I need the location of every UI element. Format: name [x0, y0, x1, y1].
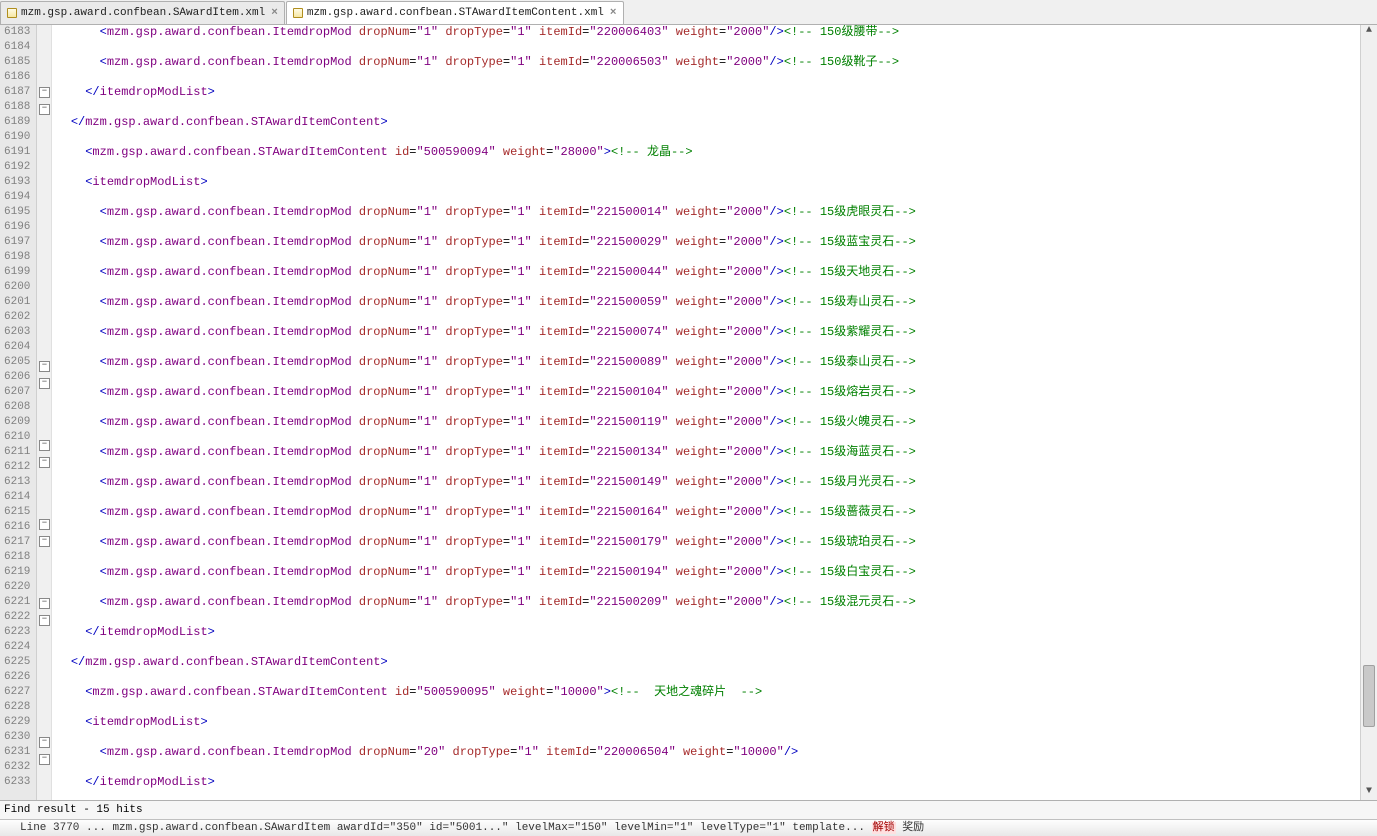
fold-toggle-icon[interactable]: −	[39, 737, 50, 748]
fold-toggle-icon[interactable]: −	[39, 378, 50, 389]
code-line[interactable]: <itemdropModList>	[56, 175, 1356, 190]
fold-toggle-icon[interactable]: −	[39, 440, 50, 451]
code-line[interactable]: <mzm.gsp.award.confbean.ItemdropMod drop…	[56, 265, 1356, 280]
code-line[interactable]: </mzm.gsp.award.confbean.STAwardItemCont…	[56, 115, 1356, 130]
find-result-text: Find result - 15 hits	[4, 804, 143, 816]
status-tail: 奖励	[902, 822, 924, 834]
code-line[interactable]: <mzm.gsp.award.confbean.ItemdropMod drop…	[56, 235, 1356, 250]
code-line[interactable]: <mzm.gsp.award.confbean.ItemdropMod drop…	[56, 745, 1356, 760]
code-line[interactable]: <mzm.gsp.award.confbean.ItemdropMod drop…	[56, 595, 1356, 610]
file-icon	[7, 8, 17, 18]
code-line[interactable]: <mzm.gsp.award.confbean.ItemdropMod drop…	[56, 475, 1356, 490]
status-highlight: 解锁	[872, 822, 896, 834]
status-left: Line 3770 ...	[20, 822, 106, 834]
code-line[interactable]: <mzm.gsp.award.confbean.ItemdropMod drop…	[56, 505, 1356, 520]
code-line[interactable]: <itemdropModList>	[56, 715, 1356, 730]
code-line[interactable]: <mzm.gsp.award.confbean.STAwardItemConte…	[56, 685, 1356, 700]
vertical-scrollbar[interactable]: ▲ ▼	[1360, 25, 1377, 800]
fold-toggle-icon[interactable]: −	[39, 87, 50, 98]
scroll-up-icon[interactable]: ▲	[1361, 25, 1377, 39]
find-result-bar[interactable]: Find result - 15 hits	[0, 800, 1377, 819]
code-line[interactable]: </itemdropModList>	[56, 85, 1356, 100]
close-icon[interactable]: ×	[610, 7, 617, 19]
fold-toggle-icon[interactable]: −	[39, 457, 50, 468]
status-mid: mzm.gsp.award.confbean.SAwardItem awardI…	[112, 822, 865, 834]
tab-label: mzm.gsp.award.confbean.STAwardItemConten…	[307, 7, 604, 19]
code-line[interactable]: </itemdropModList>	[56, 775, 1356, 790]
fold-toggle-icon[interactable]: −	[39, 519, 50, 530]
fold-toggle-icon[interactable]: −	[39, 104, 50, 115]
fold-column[interactable]: − − − − − − − − − − − −	[37, 25, 52, 800]
code-line[interactable]: <mzm.gsp.award.confbean.ItemdropMod drop…	[56, 355, 1356, 370]
code-line[interactable]: <mzm.gsp.award.confbean.ItemdropMod drop…	[56, 535, 1356, 550]
tab-file-1[interactable]: mzm.gsp.award.confbean.STAwardItemConten…	[286, 1, 624, 24]
fold-toggle-icon[interactable]: −	[39, 754, 50, 765]
code-line[interactable]: <mzm.gsp.award.confbean.ItemdropMod drop…	[56, 25, 1356, 40]
close-icon[interactable]: ×	[271, 7, 278, 19]
editor-window: mzm.gsp.award.confbean.SAwardItem.xml × …	[0, 0, 1377, 836]
scroll-down-icon[interactable]: ▼	[1361, 786, 1377, 800]
code-line[interactable]: <mzm.gsp.award.confbean.ItemdropMod drop…	[56, 445, 1356, 460]
fold-toggle-icon[interactable]: −	[39, 536, 50, 547]
code-line[interactable]: <mzm.gsp.award.confbean.ItemdropMod drop…	[56, 565, 1356, 580]
code-line[interactable]: <mzm.gsp.award.confbean.ItemdropMod drop…	[56, 205, 1356, 220]
tab-file-0[interactable]: mzm.gsp.award.confbean.SAwardItem.xml ×	[0, 1, 285, 24]
code-line[interactable]: <mzm.gsp.award.confbean.ItemdropMod drop…	[56, 55, 1356, 70]
tab-bar: mzm.gsp.award.confbean.SAwardItem.xml × …	[0, 0, 1377, 25]
fold-toggle-icon[interactable]: −	[39, 615, 50, 626]
code-line[interactable]: <mzm.gsp.award.confbean.ItemdropMod drop…	[56, 385, 1356, 400]
code-line[interactable]: <mzm.gsp.award.confbean.ItemdropMod drop…	[56, 415, 1356, 430]
code-line[interactable]: <mzm.gsp.award.confbean.ItemdropMod drop…	[56, 325, 1356, 340]
line-number-gutter: 6183618461856186618761886189619061916192…	[0, 25, 37, 800]
code-line[interactable]: </itemdropModList>	[56, 625, 1356, 640]
code-line[interactable]: <mzm.gsp.award.confbean.ItemdropMod drop…	[56, 295, 1356, 310]
file-icon	[293, 8, 303, 18]
status-preview-strip: Line 3770 ... mzm.gsp.award.confbean.SAw…	[0, 819, 1377, 836]
code-line[interactable]: </mzm.gsp.award.confbean.STAwardItemCont…	[56, 655, 1356, 670]
fold-toggle-icon[interactable]: −	[39, 361, 50, 372]
code-line[interactable]: <mzm.gsp.award.confbean.STAwardItemConte…	[56, 145, 1356, 160]
scroll-thumb[interactable]	[1363, 665, 1375, 727]
code-editor[interactable]: 6183618461856186618761886189619061916192…	[0, 25, 1377, 800]
tab-label: mzm.gsp.award.confbean.SAwardItem.xml	[21, 7, 265, 19]
fold-toggle-icon[interactable]: −	[39, 598, 50, 609]
code-area[interactable]: <mzm.gsp.award.confbean.ItemdropMod drop…	[52, 25, 1360, 800]
